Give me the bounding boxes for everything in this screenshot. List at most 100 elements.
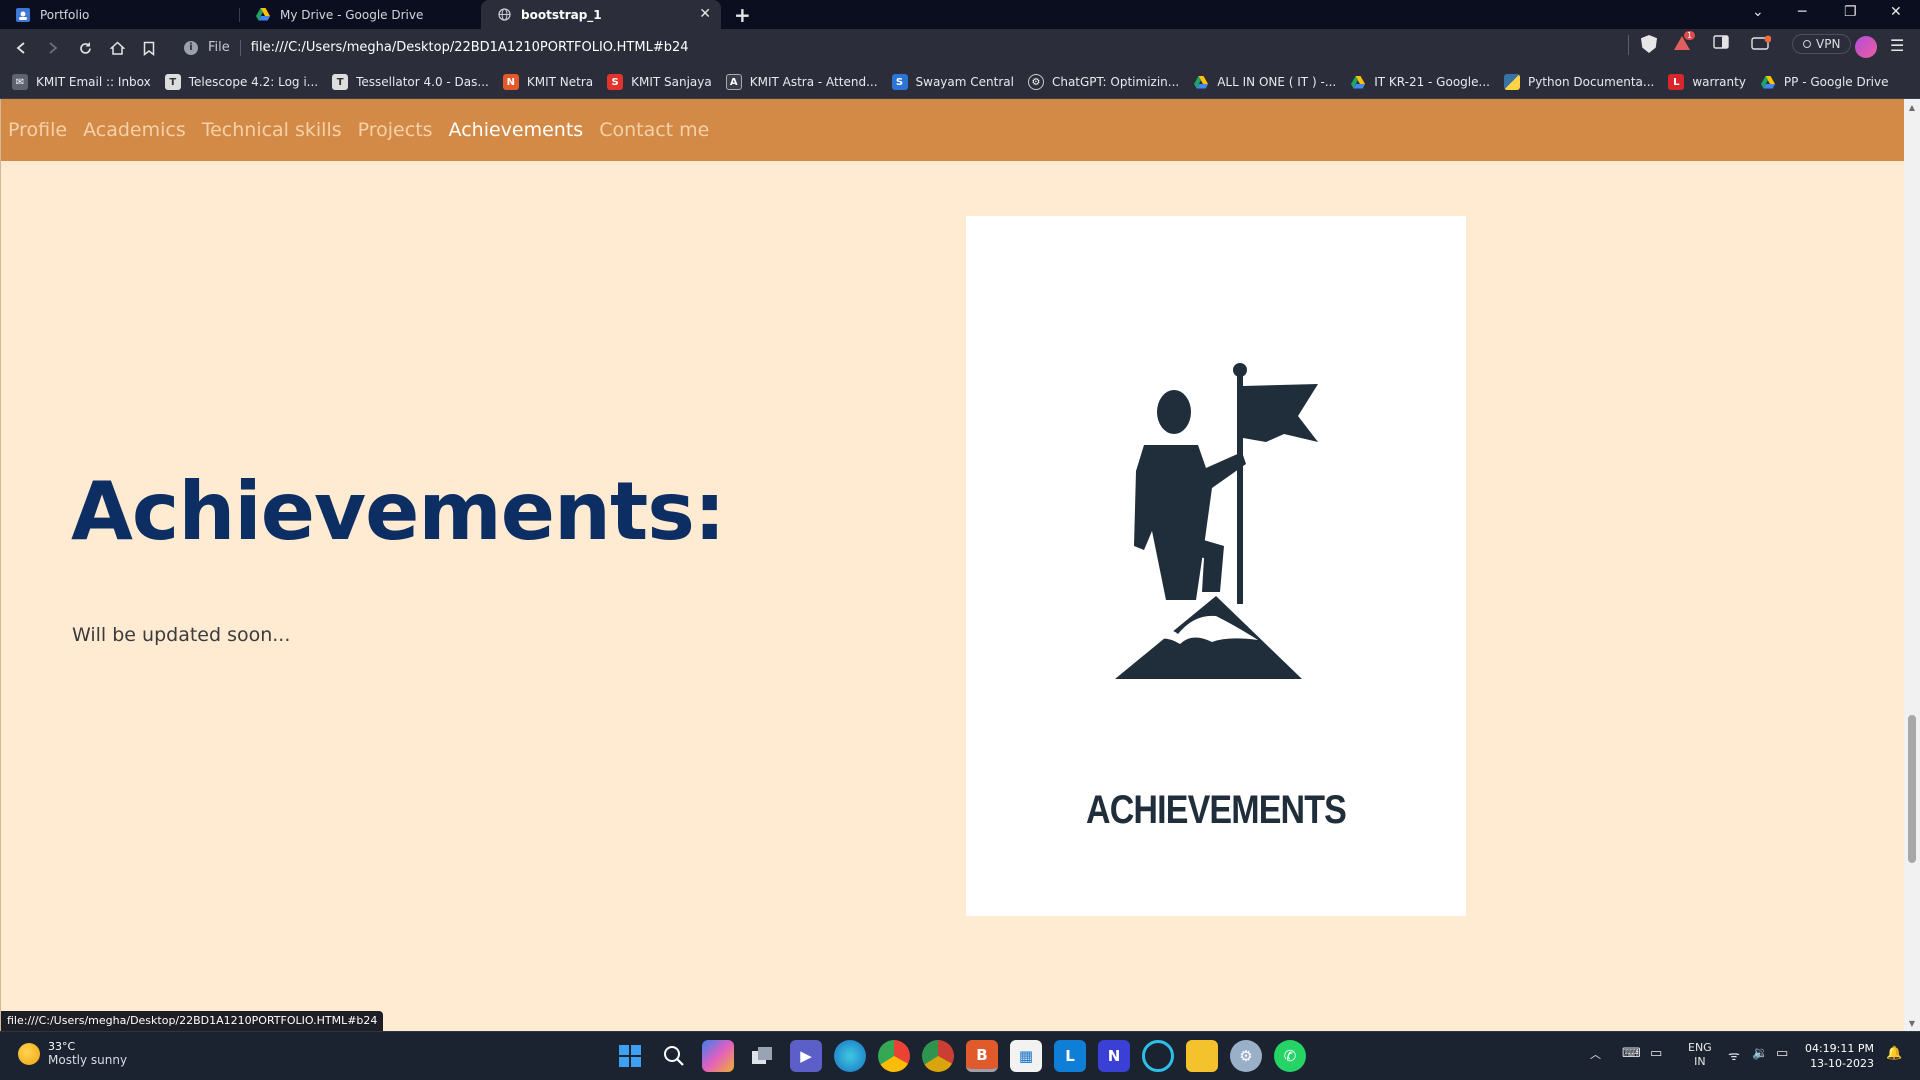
bookmark-item[interactable]: IT KR-21 - Google...	[1350, 74, 1490, 90]
settings-gear-icon[interactable]: ⚙	[1230, 1040, 1262, 1072]
task-view-button[interactable]	[746, 1040, 778, 1072]
site-info-icon[interactable]: i	[184, 40, 198, 55]
scrollbar-thumb[interactable]	[1908, 715, 1916, 863]
astra-icon: A	[725, 74, 742, 90]
file-explorer-icon[interactable]	[1186, 1040, 1218, 1072]
widgets-app-icon[interactable]	[702, 1040, 734, 1072]
scroll-up-arrow-icon[interactable]: ▲	[1904, 99, 1920, 115]
reload-button[interactable]	[74, 37, 96, 59]
tab-google-drive[interactable]: My Drive - Google Drive	[240, 0, 480, 29]
close-window-button[interactable]: ✕	[1890, 4, 1902, 20]
notification-badge: 1	[1684, 31, 1696, 40]
cortana-icon[interactable]	[1142, 1040, 1174, 1072]
teams-chat-icon[interactable]: ▶	[790, 1040, 822, 1072]
sidebar-toggle-button[interactable]	[1713, 35, 1729, 49]
tab-portfolio[interactable]: Portfolio	[0, 0, 240, 29]
site-navbar: Profile Academics Technical skills Proje…	[1, 99, 1904, 161]
keyboard-icon[interactable]: ⌨	[1622, 1046, 1641, 1061]
globe-icon	[497, 8, 511, 22]
nav-link-academics[interactable]: Academics	[83, 119, 186, 141]
battery-icon[interactable]: ▭	[1776, 1046, 1788, 1061]
forward-button[interactable]	[42, 37, 64, 59]
back-arrow-icon	[16, 42, 25, 54]
wallet-icon	[1751, 35, 1771, 50]
display-icon[interactable]: ▭	[1650, 1046, 1662, 1061]
vpn-label: VPN	[1816, 37, 1841, 51]
bookmark-item[interactable]: T Tessellator 4.0 - Das...	[332, 74, 489, 90]
bookmark-item[interactable]: PP - Google Drive	[1760, 74, 1888, 90]
scroll-down-arrow-icon[interactable]: ▼	[1904, 1015, 1920, 1031]
bookmark-item[interactable]: S Swayam Central	[891, 74, 1014, 90]
start-button[interactable]	[614, 1040, 646, 1072]
bookmark-item[interactable]: ALL IN ONE ( IT ) -...	[1193, 74, 1336, 90]
chrome-icon[interactable]	[878, 1040, 910, 1072]
profile-button[interactable]	[1855, 36, 1877, 58]
drive-icon	[1760, 74, 1776, 90]
vpn-button[interactable]: VPN	[1792, 34, 1852, 54]
edge-browser-icon[interactable]	[834, 1040, 866, 1072]
bookmark-item[interactable]: S KMIT Sanjaya	[607, 74, 712, 90]
nav-link-technical-skills[interactable]: Technical skills	[202, 119, 342, 141]
bookmark-item[interactable]: ⚙ ChatGPT: Optimizin...	[1027, 74, 1179, 90]
portfolio-favicon-icon	[16, 7, 30, 22]
bookmark-button[interactable]	[138, 37, 160, 59]
windows-taskbar: 33°C Mostly sunny ▶ B ▦ L N ⚙ ✆ ︿ ⌨ ▭ EN…	[0, 1031, 1920, 1080]
bookmark-item[interactable]: Python Documenta...	[1503, 74, 1654, 90]
brave-rewards-button[interactable]: 1	[1673, 31, 1696, 51]
brave-shields-button[interactable]	[1641, 35, 1657, 53]
whatsapp-icon[interactable]: ✆	[1274, 1040, 1306, 1072]
microsoft-store-icon[interactable]: ▦	[1010, 1040, 1042, 1072]
nav-link-achievements[interactable]: Achievements	[449, 119, 584, 141]
bookmark-item[interactable]: ✉ KMIT Email :: Inbox	[12, 74, 151, 90]
chatgpt-icon: ⚙	[1027, 74, 1044, 90]
tab-bootstrap[interactable]: bootstrap_1 ✕	[481, 0, 721, 29]
chrome-profile-icon[interactable]	[922, 1040, 954, 1072]
volume-icon[interactable]: 🔉	[1752, 1046, 1768, 1061]
swayam-icon: S	[891, 74, 908, 90]
n-app-icon[interactable]: N	[1098, 1040, 1130, 1072]
menu-hamburger-icon[interactable]: ☰	[1890, 36, 1904, 55]
show-hidden-icons-chevron-icon[interactable]: ︿	[1590, 1046, 1601, 1062]
bookmark-item[interactable]: N KMIT Netra	[502, 74, 593, 90]
back-button[interactable]	[10, 37, 32, 59]
nav-link-profile[interactable]: Profile	[8, 119, 67, 141]
bookmark-item[interactable]: Lwarranty	[1668, 74, 1746, 90]
sanjaya-icon: S	[607, 74, 624, 90]
taskbar-apps: ▶ B ▦ L N ⚙ ✆	[614, 1040, 1318, 1072]
tab-search-chevron-icon[interactable]: ⌄	[1752, 4, 1764, 20]
page-scrollbar[interactable]: ▲ ▼	[1904, 99, 1920, 1031]
minimize-button[interactable]: ─	[1798, 4, 1806, 20]
home-icon	[109, 40, 125, 55]
weather-widget[interactable]: 33°C Mostly sunny	[18, 1040, 127, 1067]
restore-button[interactable]: ❐	[1844, 4, 1857, 20]
url-scheme-label: File	[208, 40, 230, 55]
tab-title: Portfolio	[40, 7, 90, 22]
status-bar-url: file:///C:/Users/megha/Desktop/22BD1A121…	[1, 1011, 384, 1031]
warranty-icon: L	[1668, 74, 1685, 90]
address-bar[interactable]: i File file:///C:/Users/megha/Desktop/22…	[172, 33, 1632, 62]
url-text[interactable]: file:///C:/Users/megha/Desktop/22BD1A121…	[251, 40, 689, 55]
l-app-icon[interactable]: L	[1054, 1040, 1086, 1072]
search-button[interactable]	[658, 1040, 690, 1072]
new-tab-button[interactable]: +	[734, 3, 751, 27]
browser-toolbar: i File file:///C:/Users/megha/Desktop/22…	[0, 29, 1920, 66]
windows-logo-icon	[619, 1045, 641, 1067]
wifi-icon[interactable]: ᯤ	[1728, 1046, 1740, 1064]
system-clock[interactable]: 04:19:11 PM 13-10-2023	[1802, 1041, 1874, 1071]
wallet-button[interactable]	[1751, 35, 1771, 51]
notification-bell-icon[interactable]: 🔔	[1886, 1046, 1902, 1061]
language-indicator[interactable]: ENG IN	[1688, 1041, 1712, 1069]
brave-browser-icon[interactable]: B	[966, 1040, 998, 1072]
close-tab-icon[interactable]: ✕	[699, 6, 711, 22]
bookmark-item[interactable]: A KMIT Astra - Attend...	[725, 74, 878, 90]
achievements-body-text: Will be updated soon...	[72, 624, 291, 646]
nav-link-contact[interactable]: Contact me	[599, 119, 709, 141]
google-drive-icon	[256, 8, 270, 22]
drive-icon	[1350, 74, 1366, 90]
home-button[interactable]	[106, 37, 128, 59]
vpn-status-icon	[1803, 40, 1811, 48]
nav-link-projects[interactable]: Projects	[358, 119, 433, 141]
profile-avatar-icon	[1855, 36, 1877, 58]
bookmark-item[interactable]: T Telescope 4.2: Log i...	[164, 74, 318, 90]
brave-shield-icon	[1641, 35, 1657, 53]
